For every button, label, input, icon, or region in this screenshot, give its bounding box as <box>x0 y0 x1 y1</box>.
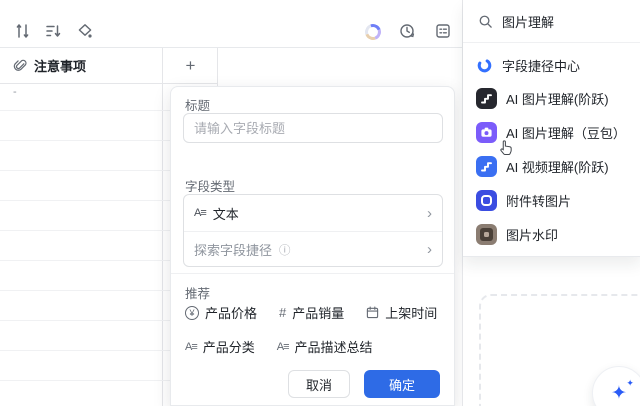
recommend-row-1: ¥ 产品价格 # 产品销量 上架时间 <box>185 303 437 322</box>
confirm-button[interactable]: 确定 <box>364 370 440 398</box>
grid-row[interactable] <box>0 350 170 351</box>
first-cell-mark: - <box>13 86 17 98</box>
grid-row[interactable] <box>0 320 170 321</box>
explore-shortcut-row[interactable]: 探索字段捷径 ⓘ › <box>184 231 442 266</box>
grid-row[interactable] <box>0 380 170 381</box>
ai-image-step-icon <box>476 87 497 109</box>
recommend-label-text: 产品描述总结 <box>294 340 373 355</box>
shortcut-item-label: 图片水印 <box>506 227 559 243</box>
attachment-to-image-icon <box>476 189 497 211</box>
chevron-right-icon: › <box>427 241 432 258</box>
chevron-right-icon: › <box>427 204 432 222</box>
loading-spinner <box>362 21 384 43</box>
shortcut-item-label: AI 图片理解(阶跃) <box>506 91 609 107</box>
app-screen: 注意事项 + - 标题 字段类型 A≡ 文本 › 探索字段捷径 ⓘ › 推荐 <box>0 0 640 406</box>
shortcut-swirl-icon <box>477 58 492 73</box>
field-type-value: 文本 <box>212 206 239 222</box>
shortcut-search-row[interactable]: 图片理解 <box>463 0 640 43</box>
image-watermark-icon <box>476 223 497 245</box>
recommend-label-text: 产品分类 <box>202 340 255 355</box>
recommend-row-2: A≡ 产品分类 A≡ 产品描述总结 <box>185 337 373 356</box>
shortcut-item-ai-image-step[interactable]: AI 图片理解(阶跃) <box>463 81 640 115</box>
panel-divider <box>171 273 454 274</box>
field-editor-panel: 标题 字段类型 A≡ 文本 › 探索字段捷径 ⓘ › 推荐 ¥ 产品价格 # <box>170 86 455 406</box>
ai-image-doubao-icon <box>476 121 497 143</box>
recommend-product-summary[interactable]: A≡ 产品描述总结 <box>277 337 373 356</box>
recommend-product-sales[interactable]: # 产品销量 <box>279 303 344 322</box>
recommend-label-text: 产品销量 <box>292 306 345 321</box>
recommend-label: 推荐 <box>185 287 211 301</box>
title-label: 标题 <box>185 99 211 113</box>
search-query: 图片理解 <box>502 14 555 30</box>
text-icon: A≡ <box>185 340 198 353</box>
toolbar <box>0 0 462 48</box>
recommend-label-text: 产品价格 <box>205 306 258 321</box>
paperclip-icon <box>12 58 27 73</box>
recommend-label-text: 上架时间 <box>385 306 438 321</box>
field-type-box: A≡ 文本 › 探索字段捷径 ⓘ › <box>183 194 443 267</box>
grid-row[interactable] <box>0 170 170 171</box>
dialog-buttons: 取消 确定 <box>288 370 440 398</box>
explore-shortcut-label: 探索字段捷径 <box>194 243 273 258</box>
recommend-product-price[interactable]: ¥ 产品价格 <box>185 303 257 322</box>
sort-icon[interactable] <box>44 22 62 40</box>
grid-row[interactable] <box>0 290 170 291</box>
shortcut-item-label: AI 图片理解（豆包） <box>506 125 626 141</box>
shortcut-item-label: AI 视频理解(阶跃) <box>506 159 609 175</box>
currency-icon: ¥ <box>185 305 199 320</box>
shortcut-search-panel: 图片理解 字段捷径中心 AI 图片理解(阶跃) AI 图片理解（豆包） AI 视… <box>463 0 640 257</box>
format-paint-icon[interactable] <box>76 22 94 40</box>
column-header-notes[interactable]: 注意事项 <box>0 48 163 84</box>
add-column-button[interactable]: + <box>163 48 218 84</box>
number-icon: # <box>279 305 287 320</box>
mouse-cursor <box>497 138 516 157</box>
history-icon[interactable] <box>398 22 416 40</box>
shortcut-item-attachment-to-image[interactable]: 附件转图片 <box>463 183 640 217</box>
grid-row[interactable] <box>0 200 170 201</box>
shortcut-item-label: 附件转图片 <box>506 193 572 209</box>
grid-row[interactable] <box>0 230 170 231</box>
shortcut-center-label: 字段捷径中心 <box>502 59 581 74</box>
info-icon: ⓘ <box>279 244 291 257</box>
calendar-icon <box>366 306 379 319</box>
add-column-divider <box>217 48 218 86</box>
recommend-product-category[interactable]: A≡ 产品分类 <box>185 337 255 356</box>
cancel-button[interactable]: 取消 <box>288 370 350 398</box>
grid-row[interactable] <box>0 110 170 111</box>
column-divider <box>162 48 163 406</box>
shortcut-item-image-watermark[interactable]: 图片水印 <box>463 217 640 251</box>
field-type-select[interactable]: A≡ 文本 › <box>184 195 442 231</box>
ai-video-step-icon <box>476 155 497 177</box>
form-icon[interactable] <box>434 22 452 40</box>
shortcut-item-ai-image-doubao[interactable]: AI 图片理解（豆包） <box>463 115 640 149</box>
ai-sparkle-icon: ✦ ✦ <box>611 377 634 404</box>
right-sidebar: 图片理解 字段捷径中心 AI 图片理解(阶跃) AI 图片理解（豆包） AI 视… <box>462 0 640 406</box>
search-icon <box>479 15 492 28</box>
grid-row[interactable] <box>0 260 170 261</box>
column-title: 注意事项 <box>34 59 87 74</box>
grid-row[interactable] <box>0 140 170 141</box>
field-type-label: 字段类型 <box>185 180 236 194</box>
filter-sliders-icon[interactable] <box>14 22 32 40</box>
text-icon: A≡ <box>276 340 290 353</box>
shortcut-item-ai-video-step[interactable]: AI 视频理解(阶跃) <box>463 149 640 183</box>
field-title-input[interactable] <box>183 113 443 143</box>
shortcut-center-link[interactable]: 字段捷径中心 <box>463 43 640 81</box>
text-field-icon: A≡ <box>194 207 207 219</box>
recommend-launch-time[interactable]: 上架时间 <box>366 303 437 322</box>
